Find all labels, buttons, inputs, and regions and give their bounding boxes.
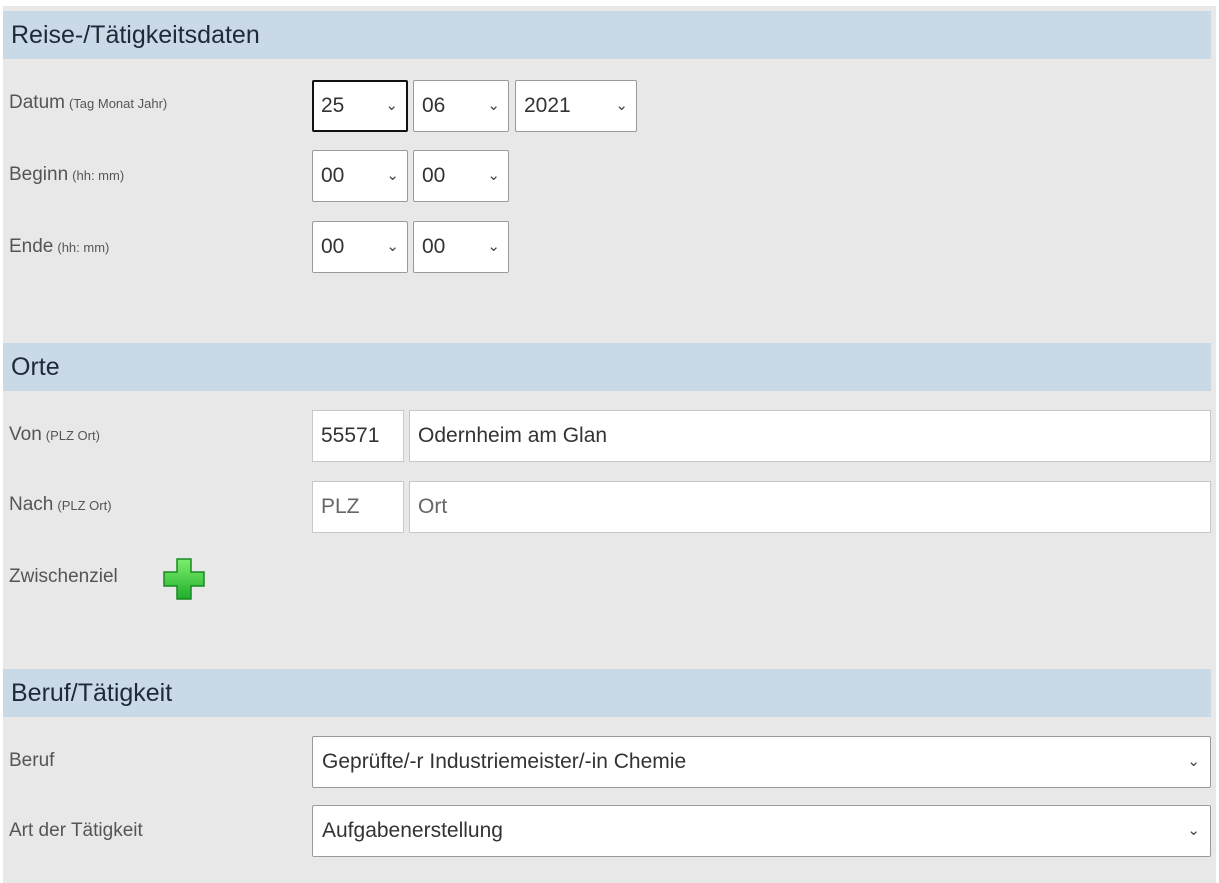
ende-hint: (hh: mm) xyxy=(57,240,110,255)
beginn-label: Beginn xyxy=(9,164,69,185)
nach-plz-placeholder: PLZ xyxy=(321,495,360,518)
section-header-reise: Reise-/Tätigkeitsdaten xyxy=(3,11,1211,59)
nach-ort-input[interactable]: Ort xyxy=(409,481,1211,533)
art-label-row: Art der Tätigkeit xyxy=(9,820,143,842)
beginn-minute-value: 00 xyxy=(422,164,446,187)
von-plz-input[interactable]: 55571 xyxy=(312,410,404,462)
add-zwischenziel-button[interactable] xyxy=(161,556,207,602)
ende-minute-value: 00 xyxy=(422,235,446,258)
chevron-down-icon: ⌄ xyxy=(615,97,628,114)
chevron-down-icon: ⌄ xyxy=(487,167,500,184)
chevron-down-icon: ⌄ xyxy=(487,238,500,255)
datum-year-value: 2021 xyxy=(524,94,571,117)
ende-hour-select[interactable]: 00 ⌄ xyxy=(312,221,408,273)
beginn-minute-select[interactable]: 00 ⌄ xyxy=(413,150,509,202)
beginn-label-row: Beginn (hh: mm) xyxy=(9,164,124,186)
beruf-select[interactable]: Geprüfte/-r Industriemeister/-in Chemie … xyxy=(312,736,1211,788)
von-hint: (PLZ Ort) xyxy=(45,428,100,443)
section-header-beruf: Beruf/Tätigkeit xyxy=(3,669,1211,717)
nach-label: Nach xyxy=(9,494,54,515)
section-title-reise: Reise-/Tätigkeitsdaten xyxy=(11,21,260,49)
chevron-down-icon: ⌄ xyxy=(1187,753,1200,770)
datum-day-select[interactable]: 25 ⌄ xyxy=(312,80,408,132)
ende-label-row: Ende (hh: mm) xyxy=(9,236,109,258)
chevron-down-icon: ⌄ xyxy=(487,97,500,114)
datum-day-value: 25 xyxy=(321,94,345,117)
chevron-down-icon: ⌄ xyxy=(386,238,399,255)
nach-plz-input[interactable]: PLZ xyxy=(312,481,404,533)
ende-minute-select[interactable]: 00 ⌄ xyxy=(413,221,509,273)
datum-month-select[interactable]: 06 ⌄ xyxy=(413,80,509,132)
von-ort-value: Odernheim am Glan xyxy=(418,424,608,447)
von-label: Von xyxy=(9,424,42,445)
nach-label-row: Nach (PLZ Ort) xyxy=(9,494,112,516)
beginn-hour-value: 00 xyxy=(321,164,345,187)
chevron-down-icon: ⌄ xyxy=(385,97,398,114)
nach-ort-placeholder: Ort xyxy=(418,495,448,518)
von-plz-value: 55571 xyxy=(321,424,380,447)
art-value: Aufgabenerstellung xyxy=(322,819,503,842)
art-label: Art der Tätigkeit xyxy=(9,820,143,841)
beruf-label: Beruf xyxy=(9,750,55,771)
datum-label: Datum xyxy=(9,92,65,113)
zwischenziel-label-row: Zwischenziel xyxy=(9,566,118,588)
ende-hour-value: 00 xyxy=(321,235,345,258)
chevron-down-icon: ⌄ xyxy=(386,167,399,184)
section-title-beruf: Beruf/Tätigkeit xyxy=(11,679,173,707)
beruf-value: Geprüfte/-r Industriemeister/-in Chemie xyxy=(322,750,687,773)
von-label-row: Von (PLZ Ort) xyxy=(9,424,100,446)
nach-hint: (PLZ Ort) xyxy=(57,498,112,513)
datum-month-value: 06 xyxy=(422,94,446,117)
plus-icon xyxy=(163,558,205,600)
section-title-orte: Orte xyxy=(11,353,60,381)
chevron-down-icon: ⌄ xyxy=(1187,822,1200,839)
beginn-hour-select[interactable]: 00 ⌄ xyxy=(312,150,408,202)
zwischenziel-label: Zwischenziel xyxy=(9,566,118,587)
art-select[interactable]: Aufgabenerstellung ⌄ xyxy=(312,805,1211,857)
section-header-orte: Orte xyxy=(3,343,1211,391)
datum-year-select[interactable]: 2021 ⌄ xyxy=(515,80,637,132)
datum-label-row: Datum (Tag Monat Jahr) xyxy=(9,92,167,114)
ende-label: Ende xyxy=(9,236,54,257)
von-ort-input[interactable]: Odernheim am Glan xyxy=(409,410,1211,462)
beginn-hint: (hh: mm) xyxy=(72,168,125,183)
datum-hint: (Tag Monat Jahr) xyxy=(68,96,168,111)
beruf-label-row: Beruf xyxy=(9,750,54,772)
